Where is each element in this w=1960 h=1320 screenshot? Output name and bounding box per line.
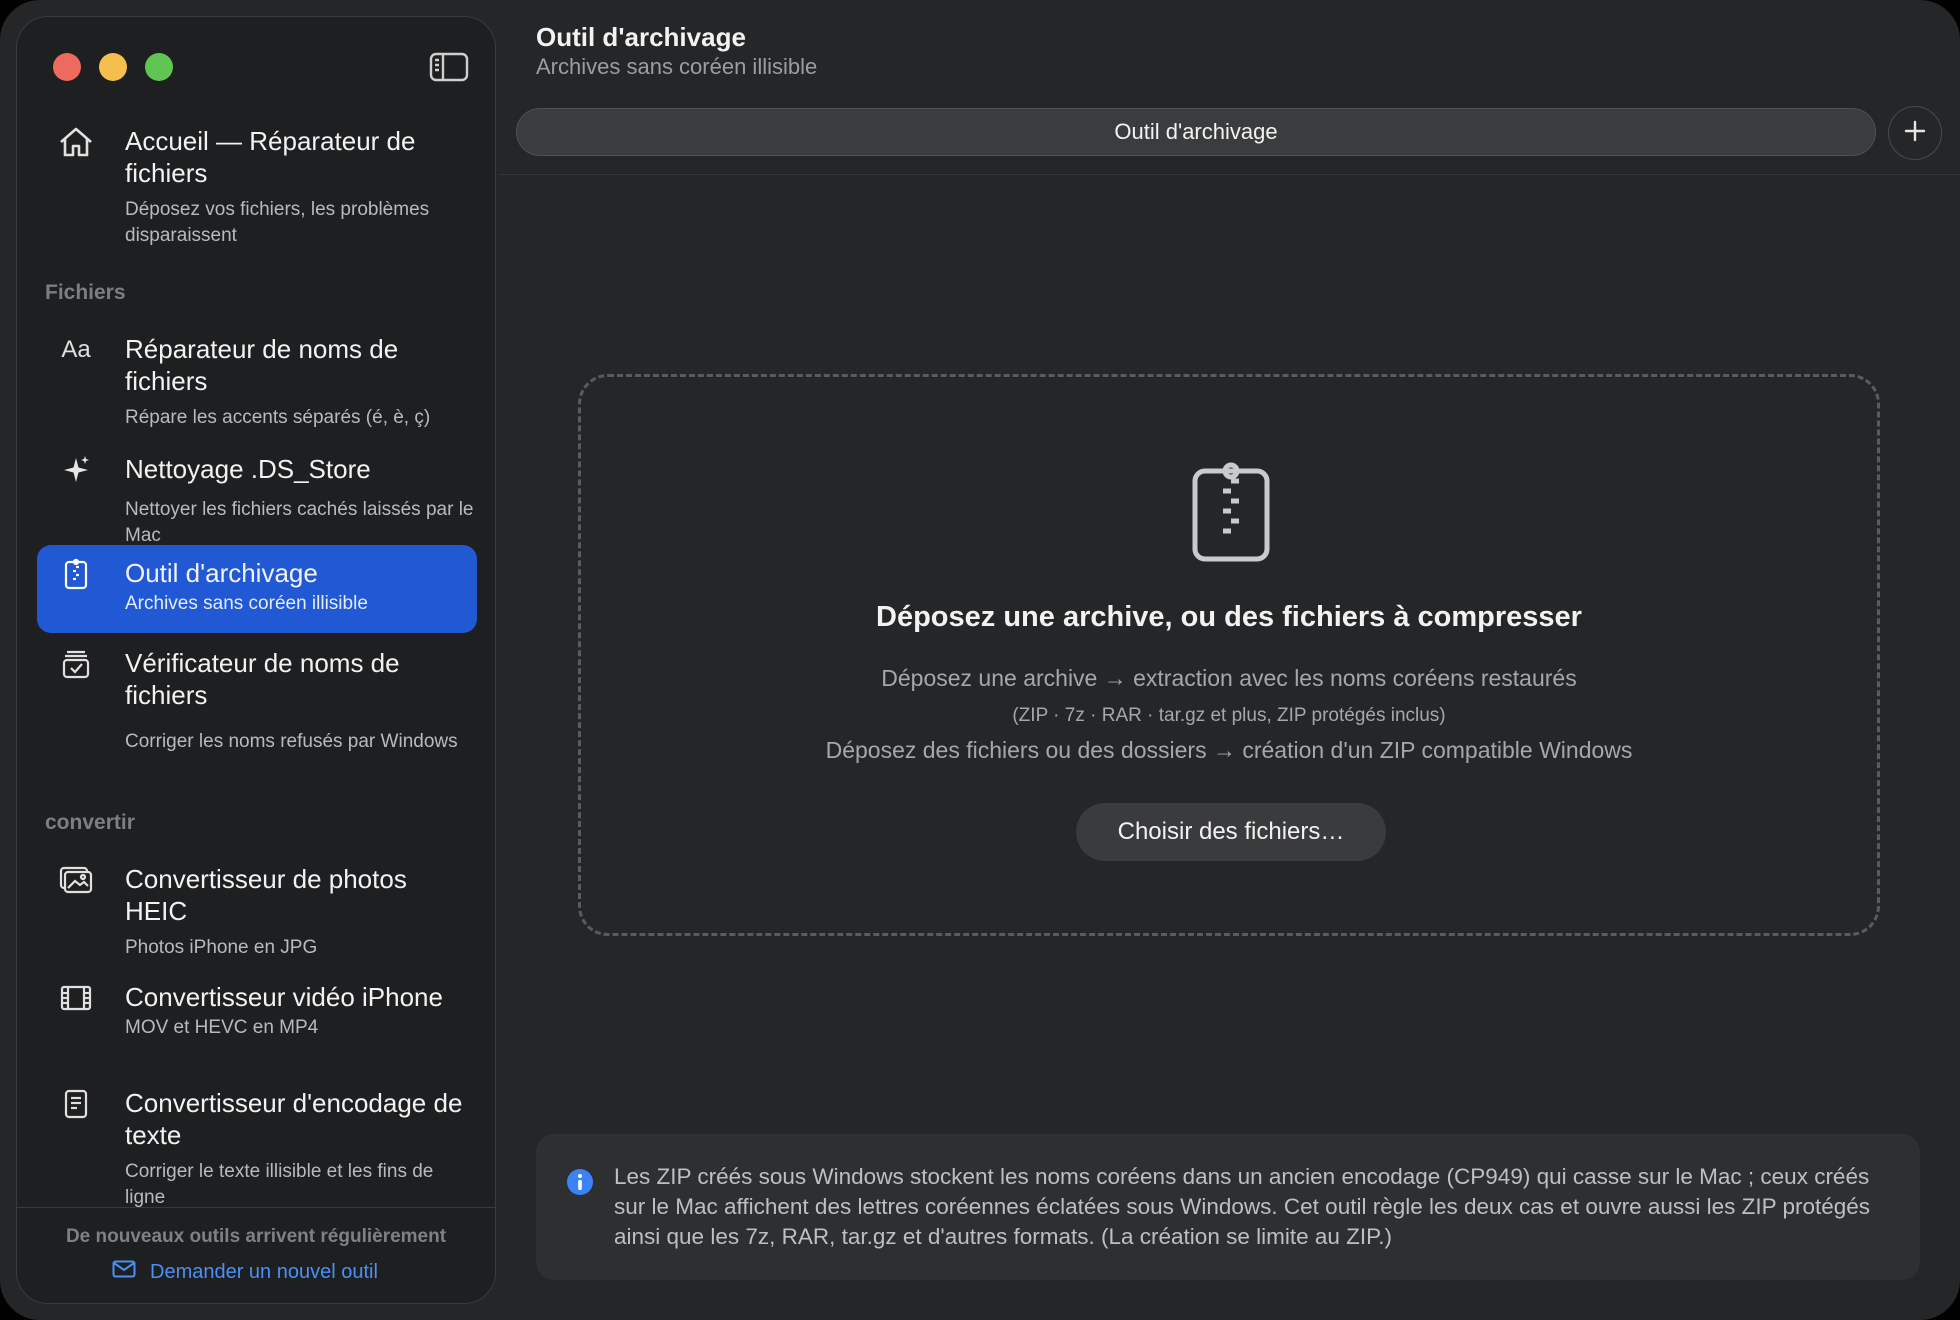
request-tool-label: Demander un nouvel outil (150, 1260, 378, 1283)
tab-archive-tool[interactable]: Outil d'archivage (516, 108, 1876, 156)
sparkles-icon (59, 453, 93, 487)
sidebar-item-archive-tool[interactable]: Outil d'archivage Archives sans coréen i… (37, 545, 477, 633)
sidebar-item-video-converter[interactable]: Convertisseur vidéo iPhone MOV et HEVC e… (37, 969, 477, 1055)
footer-note: De nouveaux outils arrivent régulièremen… (65, 1226, 447, 1247)
checklist-tray-icon (59, 647, 93, 681)
request-tool-link[interactable]: Demander un nouvel outil (112, 1260, 378, 1284)
sidebar-item-subtitle: MOV et HEVC en MP4 (125, 1017, 319, 1038)
sidebar-item-subtitle: Photos iPhone en JPG (125, 937, 318, 958)
archive-zipper-icon (59, 557, 93, 591)
envelope-icon (112, 1260, 136, 1284)
document-text-icon (59, 1087, 93, 1121)
drop-zone-compress-hint: Déposez des fichiers ou des dossiers → c… (825, 737, 1633, 763)
sidebar-item-title: Convertisseur vidéo iPhone (125, 982, 443, 1012)
zoom-window-button[interactable] (145, 53, 173, 81)
minimize-window-button[interactable] (99, 53, 127, 81)
sidebar: Accueil — Réparateur de fichiers Déposez… (16, 16, 496, 1304)
tab-divider (498, 174, 1960, 175)
info-banner: Les ZIP créés sous Windows stockent les … (536, 1134, 1920, 1280)
info-text: Les ZIP créés sous Windows stockent les … (614, 1164, 1871, 1249)
plus-icon (1904, 120, 1926, 147)
sidebar-item-subtitle: Corriger le texte illisible et les fins … (125, 1161, 434, 1208)
house-icon (59, 125, 93, 159)
sidebar-item-text-encoding-converter[interactable]: Convertisseur d'encodage de texte Corrig… (37, 1075, 477, 1215)
section-label-convert: convertir (45, 811, 135, 834)
sidebar-footer: De nouveaux outils arrivent régulièremen… (17, 1207, 495, 1303)
drop-zone-formats: (ZIP · 7z · RAR · tar.gz et plus, ZIP pr… (1012, 705, 1446, 726)
film-icon (59, 981, 93, 1015)
sidebar-item-title: Outil d'archivage (125, 558, 318, 588)
sidebar-item-title: Vérificateur de noms de fichiers (125, 648, 400, 710)
sidebar-item-title: Accueil — Réparateur de fichiers (125, 126, 416, 188)
sidebar-item-subtitle: Déposez vos fichiers, les problèmes disp… (125, 199, 430, 246)
archive-zipper-icon (1189, 459, 1273, 563)
sidebar-item-subtitle: Répare les accents séparés (é, è, ç) (125, 407, 431, 428)
app-window: Accueil — Réparateur de fichiers Déposez… (0, 0, 1960, 1320)
sidebar-item-title: Convertisseur d'encodage de texte (125, 1088, 463, 1150)
drop-zone-heading: Déposez une archive, ou des fichiers à c… (876, 601, 1582, 633)
sidebar-item-subtitle: Corriger les noms refusés par Windows (125, 731, 458, 752)
section-label-files: Fichiers (45, 281, 126, 304)
page-subtitle: Archives sans coréen illisible (536, 54, 818, 79)
drop-zone-extract-hint: Déposez une archive → extraction avec le… (881, 665, 1577, 691)
photos-icon (59, 863, 93, 897)
text-aa-icon: Aa (61, 336, 91, 363)
add-tab-button[interactable] (1888, 106, 1942, 160)
sidebar-item-home[interactable]: Accueil — Réparateur de fichiers Déposez… (37, 113, 477, 257)
sidebar-toggle-icon[interactable] (429, 51, 469, 83)
sidebar-item-title: Convertisseur de photos HEIC (125, 864, 407, 926)
info-icon (566, 1168, 594, 1196)
sidebar-item-subtitle: Nettoyer les fichiers cachés laissés par… (125, 499, 474, 546)
sidebar-item-ds-store-cleanup[interactable]: Nettoyage .DS_Store Nettoyer les fichier… (37, 441, 477, 546)
window-controls (53, 53, 173, 81)
close-window-button[interactable] (53, 53, 81, 81)
drop-zone[interactable]: Déposez une archive, ou des fichiers à c… (578, 374, 1880, 936)
sidebar-item-filename-checker[interactable]: Vérificateur de noms de fichiers Corrige… (37, 635, 477, 783)
sidebar-item-title: Nettoyage .DS_Store (125, 454, 371, 484)
page-title: Outil d'archivage (536, 22, 746, 52)
sidebar-item-heic-converter[interactable]: Convertisseur de photos HEIC Photos iPho… (37, 851, 477, 963)
sidebar-item-subtitle: Archives sans coréen illisible (125, 593, 368, 614)
choose-files-button[interactable]: Choisir des fichiers… (1076, 803, 1386, 861)
sidebar-item-filename-repair[interactable]: Aa Réparateur de noms de fichiers Répare… (37, 321, 477, 433)
sidebar-item-title: Réparateur de noms de fichiers (125, 334, 399, 396)
